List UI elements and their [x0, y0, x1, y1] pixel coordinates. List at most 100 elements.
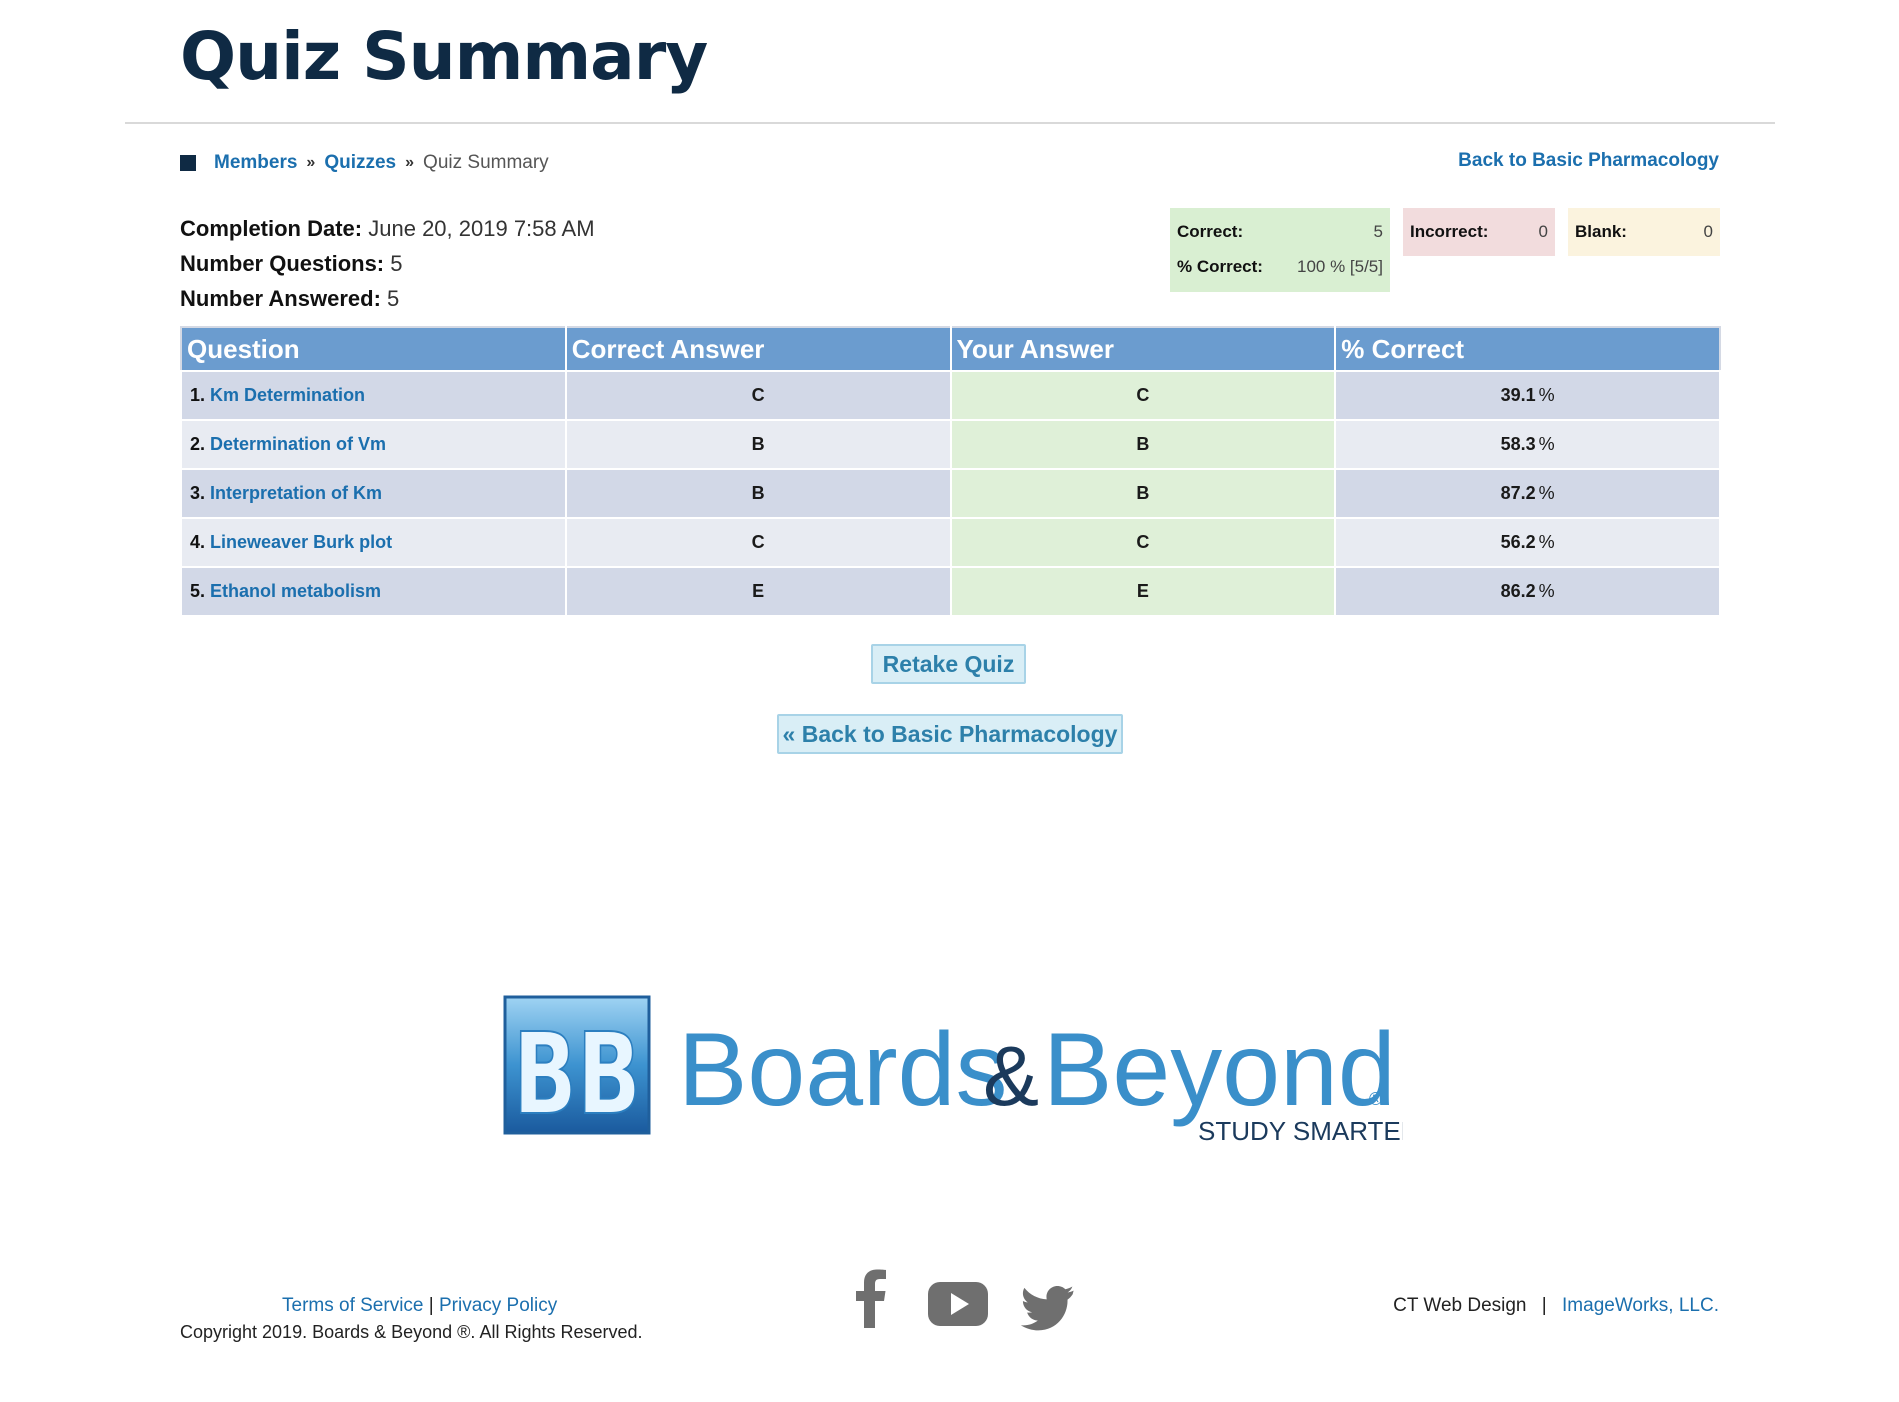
- correct-answer-cell: E: [564, 566, 952, 617]
- completion-date-row: Completion Date: June 20, 2019 7:58 AM: [180, 211, 595, 246]
- question-number: 4.: [190, 532, 206, 552]
- percent-unit: %: [1538, 532, 1555, 552]
- retake-quiz-button[interactable]: Retake Quiz: [871, 644, 1026, 684]
- table-row: 5. Ethanol metabolism E E 86.2%: [180, 566, 1721, 617]
- question-link[interactable]: Lineweaver Burk plot: [210, 532, 392, 552]
- question-cell: 2. Determination of Vm: [180, 419, 567, 470]
- number-questions-label: Number Questions:: [180, 251, 385, 276]
- correct-answer-cell: C: [564, 517, 952, 568]
- results-table: Question Correct Answer Your Answer % Co…: [180, 326, 1721, 617]
- header-percent-correct: % Correct: [1335, 327, 1720, 371]
- correct-answer-cell: B: [564, 419, 952, 470]
- number-questions-row: Number Questions: 5: [180, 246, 595, 281]
- question-cell: 5. Ethanol metabolism: [180, 566, 567, 617]
- logo-name-part1: Boards: [678, 1012, 1008, 1128]
- number-answered-value: 5: [387, 286, 400, 311]
- correct-answer-cell: B: [564, 468, 952, 519]
- logo-name-part2: Beyond: [1043, 1012, 1396, 1128]
- your-answer-cell: C: [949, 370, 1337, 421]
- imageworks-link[interactable]: ImageWorks, LLC.: [1562, 1295, 1719, 1316]
- breadcrumb-square-icon: [180, 155, 196, 171]
- back-to-course-link[interactable]: Back to Basic Pharmacology: [1458, 150, 1719, 172]
- question-number: 3.: [190, 483, 206, 503]
- question-link[interactable]: Ethanol metabolism: [210, 581, 381, 601]
- quiz-info: Completion Date: June 20, 2019 7:58 AM N…: [180, 211, 595, 316]
- blank-stat-box: Blank: 0: [1568, 208, 1720, 256]
- percent-value: 58.3: [1500, 434, 1536, 454]
- header-correct-answer: Correct Answer: [565, 327, 952, 371]
- logo-tagline: STUDY SMARTER ™: [1198, 1116, 1403, 1145]
- credit-ct-web-design: CT Web Design: [1393, 1295, 1527, 1316]
- header-your-answer: Your Answer: [950, 327, 1337, 371]
- question-cell: 4. Lineweaver Burk plot: [180, 517, 567, 568]
- privacy-link[interactable]: Privacy Policy: [439, 1295, 557, 1316]
- copyright-text: Copyright 2019. Boards & Beyond ®. All R…: [180, 1322, 643, 1342]
- your-answer-cell: B: [949, 419, 1337, 470]
- twitter-icon[interactable]: [1020, 1286, 1076, 1332]
- percent-correct-label: % Correct:: [1177, 257, 1263, 276]
- question-cell: 3. Interpretation of Km: [180, 468, 567, 519]
- title-divider: [125, 122, 1775, 124]
- percent-value: 86.2: [1500, 581, 1536, 601]
- percent-unit: %: [1538, 434, 1555, 454]
- percent-unit: %: [1538, 581, 1555, 601]
- percent-value: 39.1: [1500, 385, 1536, 405]
- question-number: 5.: [190, 581, 206, 601]
- table-row: 2. Determination of Vm B B 58.3%: [180, 419, 1721, 470]
- question-number: 1.: [190, 385, 206, 405]
- page-title: Quiz Summary: [180, 18, 708, 95]
- incorrect-stat-box: Incorrect: 0: [1403, 208, 1555, 256]
- logo-ampersand: &: [983, 1029, 1039, 1123]
- correct-answer-cell: C: [564, 370, 952, 421]
- question-link[interactable]: Km Determination: [210, 385, 365, 405]
- boards-beyond-logo: BB Boards & Beyond ® STUDY SMARTER ™: [503, 995, 1403, 1145]
- incorrect-label: Incorrect:: [1410, 222, 1489, 241]
- number-answered-label: Number Answered:: [180, 286, 381, 311]
- percent-correct-cell: 56.2%: [1334, 517, 1721, 568]
- correct-stat-box: Correct: 5 % Correct: 100 % [5/5]: [1170, 208, 1390, 292]
- logo-registered: ®: [1369, 1089, 1382, 1109]
- logo-mark-text: BB: [513, 1010, 641, 1140]
- breadcrumb-quizzes-link[interactable]: Quizzes: [324, 152, 396, 174]
- percent-correct-value: 100 % [5/5]: [1296, 257, 1383, 276]
- percent-unit: %: [1538, 385, 1555, 405]
- footer-links: Terms of Service | Privacy Policy: [282, 1295, 557, 1317]
- your-answer-cell: E: [949, 566, 1337, 617]
- table-row: 1. Km Determination C C 39.1%: [180, 370, 1721, 421]
- breadcrumb-members-link[interactable]: Members: [214, 152, 297, 174]
- footer-divider: |: [428, 1295, 434, 1316]
- percent-correct-cell: 86.2%: [1334, 566, 1721, 617]
- back-to-course-button[interactable]: « Back to Basic Pharmacology: [777, 714, 1123, 754]
- facebook-icon[interactable]: [855, 1268, 887, 1328]
- percent-value: 56.2: [1500, 532, 1536, 552]
- blank-label: Blank:: [1575, 222, 1627, 241]
- percent-unit: %: [1538, 483, 1555, 503]
- question-number: 2.: [190, 434, 206, 454]
- question-cell: 1. Km Determination: [180, 370, 567, 421]
- breadcrumb-current: Quiz Summary: [423, 152, 549, 173]
- question-link[interactable]: Interpretation of Km: [210, 483, 382, 503]
- your-answer-cell: B: [949, 468, 1337, 519]
- table-header-row: Question Correct Answer Your Answer % Co…: [181, 327, 1720, 371]
- question-link[interactable]: Determination of Vm: [210, 434, 386, 454]
- footer-credits: CT Web Design | ImageWorks, LLC.: [1393, 1295, 1719, 1317]
- header-question: Question: [181, 327, 567, 371]
- completion-date-label: Completion Date:: [180, 216, 363, 241]
- your-answer-cell: C: [949, 517, 1337, 568]
- correct-value: 5: [1373, 222, 1383, 241]
- incorrect-value: 0: [1538, 222, 1548, 241]
- breadcrumb: Members » Quizzes » Quiz Summary: [180, 152, 549, 174]
- blank-value: 0: [1703, 222, 1713, 241]
- youtube-icon[interactable]: [928, 1282, 988, 1326]
- percent-correct-cell: 87.2%: [1334, 468, 1721, 519]
- table-row: 4. Lineweaver Burk plot C C 56.2%: [180, 517, 1721, 568]
- correct-label: Correct:: [1177, 222, 1244, 241]
- credit-separator: |: [1541, 1295, 1547, 1316]
- number-answered-row: Number Answered: 5: [180, 281, 595, 316]
- number-questions-value: 5: [390, 251, 403, 276]
- breadcrumb-separator: »: [405, 154, 415, 171]
- percent-correct-cell: 58.3%: [1334, 419, 1721, 470]
- completion-date-value: June 20, 2019 7:58 AM: [368, 216, 595, 241]
- terms-link[interactable]: Terms of Service: [282, 1295, 423, 1316]
- table-row: 3. Interpretation of Km B B 87.2%: [180, 468, 1721, 519]
